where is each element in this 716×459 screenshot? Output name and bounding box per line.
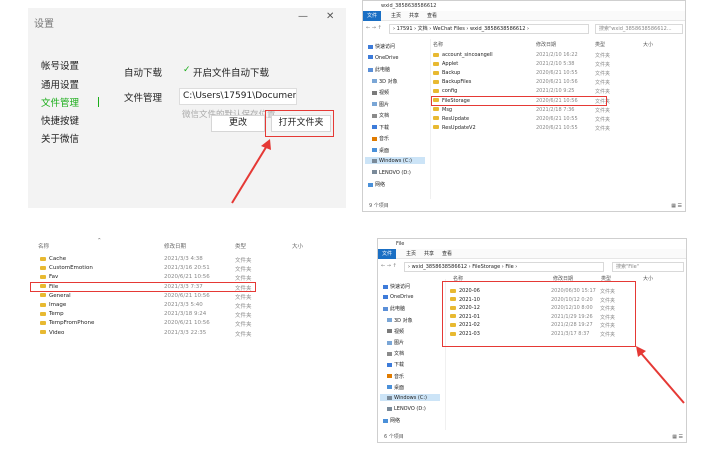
arrow-to-open-folder: [231, 139, 271, 204]
arrow-to-file-folders: [636, 346, 685, 404]
annotation-arrows: [231, 139, 685, 404]
